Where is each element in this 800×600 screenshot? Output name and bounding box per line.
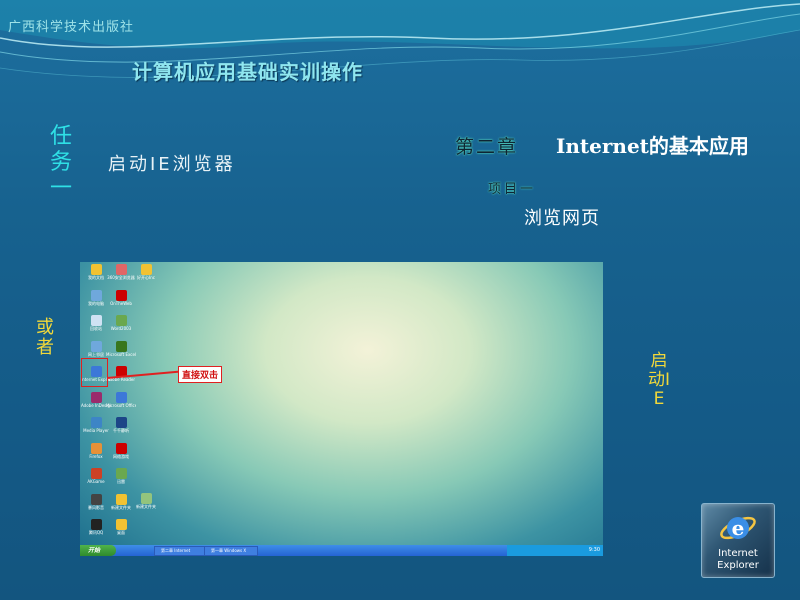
computer-icon xyxy=(90,289,102,301)
desktop-icon[interactable]: 新建文件夹 xyxy=(134,493,158,509)
taskbar: 开始 第二章 Internet 第一章 Windows X 9:30 xyxy=(80,545,603,556)
web-icon xyxy=(115,289,127,301)
chapter-title: Internet的基本应用 xyxy=(556,134,749,158)
desktop-icon-label: Word2003 xyxy=(110,326,132,331)
desktop-icon[interactable]: Microsoft Excel xyxy=(106,340,136,357)
qq-icon xyxy=(90,519,102,530)
desktop-icon[interactable]: Firefox xyxy=(84,442,108,459)
desktop-icon-label: Microsoft Office xyxy=(106,402,136,408)
section-subtitle: 浏览网页 xyxy=(524,208,600,229)
task-label-vertical: 任务一 xyxy=(49,124,72,201)
player-icon xyxy=(90,493,102,505)
start-button[interactable]: 开始 xyxy=(80,545,116,556)
desktop-icon[interactable]: 我的电脑 xyxy=(84,289,108,306)
publisher-name: 广西科学技术出版社 xyxy=(8,20,135,35)
desktop-icon[interactable]: 腾讯QQ xyxy=(84,519,108,535)
desktop-icon[interactable]: Adobe InDesign CS xyxy=(81,391,111,408)
desktop-icon[interactable]: Word2003 xyxy=(109,315,133,331)
desktop-icon[interactable]: Media Player xyxy=(83,417,109,433)
taskbar-item[interactable]: 第一章 Windows X xyxy=(204,546,258,556)
excel-icon xyxy=(115,340,127,352)
indesign-icon xyxy=(90,391,102,403)
desktop-icon[interactable]: 迅雷 xyxy=(109,468,133,484)
desktop-icon[interactable]: 网络游戏 xyxy=(109,442,133,459)
desktop-icon[interactable]: 新建文件夹 xyxy=(109,493,133,510)
desktop-icon[interactable]: 我的文档 xyxy=(84,264,108,280)
desktop-icon[interactable]: 网上邻居 xyxy=(84,340,108,357)
game2-icon xyxy=(115,442,127,454)
chapter-number: 第二章 xyxy=(455,136,519,158)
desktop-screenshot: 我的文档我的电脑回收站网上邻居Internet ExplorerAdobe In… xyxy=(80,262,603,556)
project-label: 项目一 xyxy=(488,182,537,197)
desktop-icon[interactable]: 暴风影音 xyxy=(84,493,108,510)
desktop-icon[interactable]: OnTheWeb xyxy=(109,289,133,306)
start-ie-note: 启动IE xyxy=(648,351,671,409)
desktop-icon-label: 桌面 xyxy=(117,530,125,535)
desktop-icon-label: 好开心Inc xyxy=(137,275,155,280)
folder3-icon xyxy=(115,519,127,530)
music-icon xyxy=(115,417,127,428)
desktop-icon-label: Microsoft Excel xyxy=(106,351,136,357)
game-icon xyxy=(90,468,102,479)
app-icon xyxy=(140,264,152,275)
folder2-icon xyxy=(115,493,127,505)
office-icon xyxy=(115,391,127,403)
desktop-icon-label: 新建文件夹 xyxy=(136,504,156,509)
desktop-icon-label: 网络游戏 xyxy=(113,453,129,459)
folder4-icon xyxy=(140,493,152,504)
taskbar-item[interactable]: 第二章 Internet xyxy=(154,546,208,556)
folder-icon xyxy=(90,264,102,275)
ie-badge-label: Internet Explorer xyxy=(702,548,774,572)
system-tray-clock: 9:30 xyxy=(507,545,603,556)
firefox-icon xyxy=(90,442,102,454)
double-click-callout: 直接双击 xyxy=(178,366,223,383)
course-title: 计算机应用基础实训操作 xyxy=(132,60,363,84)
download-icon xyxy=(115,468,127,479)
desktop-icon[interactable]: 好开心Inc xyxy=(134,264,158,280)
or-note: 或者 xyxy=(36,317,54,358)
desktop-icon[interactable]: Microsoft Office xyxy=(106,391,136,408)
word-icon xyxy=(115,315,127,326)
ie-badge-line2: Explorer xyxy=(717,560,759,571)
desktop-icon[interactable]: 回收站 xyxy=(84,315,108,331)
ie-badge-line1: Internet xyxy=(718,548,758,559)
desktop-icon-label: OnTheWeb xyxy=(110,300,132,306)
desktop-icon-label: 迅雷 xyxy=(117,479,125,484)
desktop-icon-label: 千千静听 xyxy=(113,428,129,433)
ie-launch-badge[interactable]: e Internet Explorer xyxy=(701,503,775,578)
desktop-icon[interactable]: 360安全浏览器 xyxy=(107,264,135,280)
ie-highlight-box xyxy=(81,358,108,387)
ie-logo-icon: e xyxy=(720,516,756,540)
desktop-icon[interactable]: AKGame xyxy=(84,468,108,484)
browser-icon xyxy=(115,264,127,275)
svg-text:e: e xyxy=(732,516,745,540)
desktop-icon[interactable]: 千千静听 xyxy=(109,417,133,433)
desktop-icon[interactable]: 桌面 xyxy=(109,519,133,535)
network-icon xyxy=(90,340,102,352)
recycle-bin-icon xyxy=(90,315,102,326)
media-player-icon xyxy=(90,417,102,428)
task-text: 启动IE浏览器 xyxy=(108,154,236,175)
